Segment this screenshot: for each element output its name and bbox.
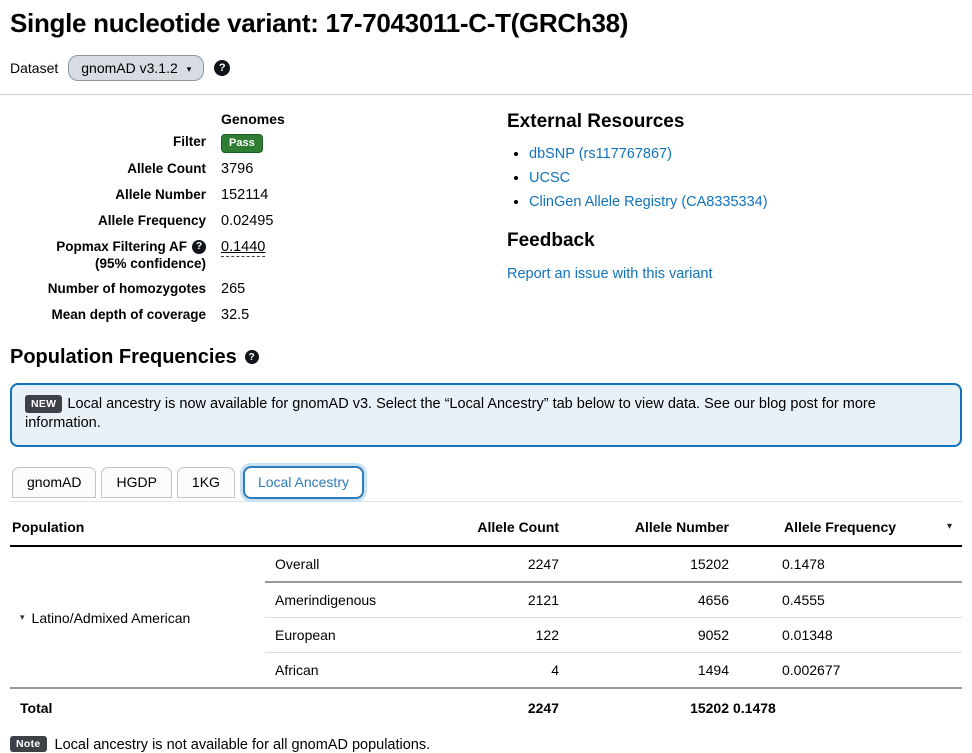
allele-count-label: Allele Count (10, 160, 206, 178)
external-resources-list: dbSNP (rs117767867) UCSC ClinGen Allele … (507, 146, 768, 210)
allele-frequency-label: Allele Frequency (10, 212, 206, 230)
stat-row-homozygotes: Number of homozygotes 265 (10, 280, 498, 299)
stat-row-allele-frequency: Allele Frequency 0.02495 (10, 212, 498, 231)
homozygotes-label: Number of homozygotes (10, 280, 206, 298)
allele-count-cell: 2247 (445, 546, 561, 582)
dataset-row: Dataset gnomAD v3.1.2 ▾ ? (10, 55, 962, 81)
pass-filter-badge: Pass (221, 134, 263, 153)
allele-number-cell: 1494 (561, 652, 731, 688)
tab-1kg[interactable]: 1KG (177, 467, 235, 498)
mean-depth-value: 32.5 (221, 306, 249, 325)
allele-number-value: 152114 (221, 186, 268, 205)
allele-number-cell: 4656 (561, 582, 731, 618)
stat-row-popmax: Popmax Filtering AF ? (95% confidence) 0… (10, 238, 498, 273)
allele-count-cell: 4 (445, 652, 561, 688)
subpopulation-name: European (265, 617, 445, 652)
allele-count-value: 3796 (221, 160, 253, 179)
allele-frequency-cell: 0.4555 (731, 582, 962, 618)
population-group-label: Latino/Admixed American (32, 610, 191, 626)
stat-row-allele-number: Allele Number 152114 (10, 186, 498, 205)
allele-frequency-cell: 0.002677 (731, 652, 962, 688)
allele-count-cell: 122 (445, 617, 561, 652)
tab-hgdp[interactable]: HGDP (101, 467, 171, 498)
note-text: Local ancestry is not available for all … (55, 737, 431, 753)
filter-label: Filter (10, 133, 206, 151)
popmax-help-icon[interactable]: ? (192, 240, 206, 254)
new-badge: NEW (25, 395, 62, 413)
allele-frequency-cell: 0.1478 (731, 546, 962, 582)
dbsnp-link[interactable]: dbSNP (rs117767867) (529, 146, 672, 162)
collapse-caret-icon: ▾ (20, 612, 25, 623)
column-sort-caret-icon[interactable]: ▾ (947, 521, 952, 532)
feedback-heading: Feedback (507, 230, 768, 252)
popmax-value[interactable]: 0.1440 (221, 239, 265, 257)
report-issue-link[interactable]: Report an issue with this variant (507, 266, 713, 282)
allele-count-column-header: Allele Count (445, 513, 561, 546)
homozygotes-value: 265 (221, 280, 245, 299)
variant-stats-table: Genomes Filter Pass Allele Count 3796 Al… (10, 111, 498, 332)
popmax-label-line1: Popmax Filtering AF (56, 238, 187, 256)
population-column-header: Population (10, 513, 445, 546)
list-item: ClinGen Allele Registry (CA8335334) (529, 194, 768, 210)
allele-number-cell: 15202 (561, 546, 731, 582)
dataset-help-icon[interactable]: ? (214, 60, 230, 76)
population-group-toggle[interactable]: ▾ Latino/Admixed American (20, 610, 190, 626)
popmax-label-line2: (95% confidence) (10, 255, 206, 273)
total-allele-count: 2247 (445, 688, 561, 726)
allele-frequency-value: 0.02495 (221, 212, 273, 231)
mean-depth-label: Mean depth of coverage (10, 306, 206, 324)
allele-number-cell: 9052 (561, 617, 731, 652)
stat-row-mean-depth: Mean depth of coverage 32.5 (10, 306, 498, 325)
population-frequencies-help-icon[interactable]: ? (245, 350, 259, 364)
banner-text: Local ancestry is now available for gnom… (25, 396, 876, 432)
dataset-selected-value: gnomAD v3.1.2 (81, 60, 178, 76)
subpopulation-name: Overall (265, 546, 445, 582)
stat-row-allele-count: Allele Count 3796 (10, 160, 498, 179)
list-item: dbSNP (rs117767867) (529, 146, 768, 162)
tab-gnomad[interactable]: gnomAD (12, 467, 96, 498)
table-total-row: Total 2247 15202 0.1478 (10, 688, 962, 726)
local-ancestry-banner: NEWLocal ancestry is now available for g… (10, 383, 962, 447)
population-frequencies-heading: Population Frequencies ? (10, 346, 962, 369)
stat-row-filter: Filter Pass (10, 133, 498, 153)
page-title: Single nucleotide variant: 17-7043011-C-… (10, 8, 962, 39)
tab-local-ancestry[interactable]: Local Ancestry (243, 466, 364, 499)
dataset-selector[interactable]: gnomAD v3.1.2 ▾ (68, 55, 204, 81)
table-header-row: Population Allele Count Allele Number Al… (10, 513, 962, 546)
allele-frequency-column-header: Allele Frequency (784, 519, 896, 535)
total-allele-number: 15202 (561, 688, 731, 726)
total-allele-frequency: 0.1478 (731, 688, 962, 726)
population-tabs: gnomAD HGDP 1KG Local Ancestry (10, 462, 962, 502)
subpopulation-name: African (265, 652, 445, 688)
chevron-down-icon: ▾ (187, 65, 192, 74)
table-row: ▾ Latino/Admixed American Overall 2247 1… (10, 546, 962, 582)
note-badge: Note (10, 736, 47, 752)
external-resources-heading: External Resources (507, 111, 768, 133)
allele-number-column-header: Allele Number (561, 513, 731, 546)
variant-summary: Genomes Filter Pass Allele Count 3796 Al… (10, 111, 962, 332)
allele-frequency-cell: 0.01348 (731, 617, 962, 652)
ucsc-link[interactable]: UCSC (529, 170, 570, 186)
frequency-table: Population Allele Count Allele Number Al… (10, 513, 962, 726)
list-item: UCSC (529, 170, 768, 186)
allele-number-label: Allele Number (10, 186, 206, 204)
subpopulation-name: Amerindigenous (265, 582, 445, 618)
allele-count-cell: 2121 (445, 582, 561, 618)
genomes-column-header: Genomes (221, 111, 498, 127)
note-row: Note Local ancestry is not available for… (10, 737, 962, 753)
clingen-link[interactable]: ClinGen Allele Registry (CA8335334) (529, 194, 768, 210)
external-resources-section: External Resources dbSNP (rs117767867) U… (507, 111, 768, 332)
dataset-label: Dataset (10, 60, 58, 76)
total-label: Total (10, 688, 445, 726)
population-frequencies-title: Population Frequencies (10, 346, 237, 369)
header-divider (0, 94, 972, 95)
